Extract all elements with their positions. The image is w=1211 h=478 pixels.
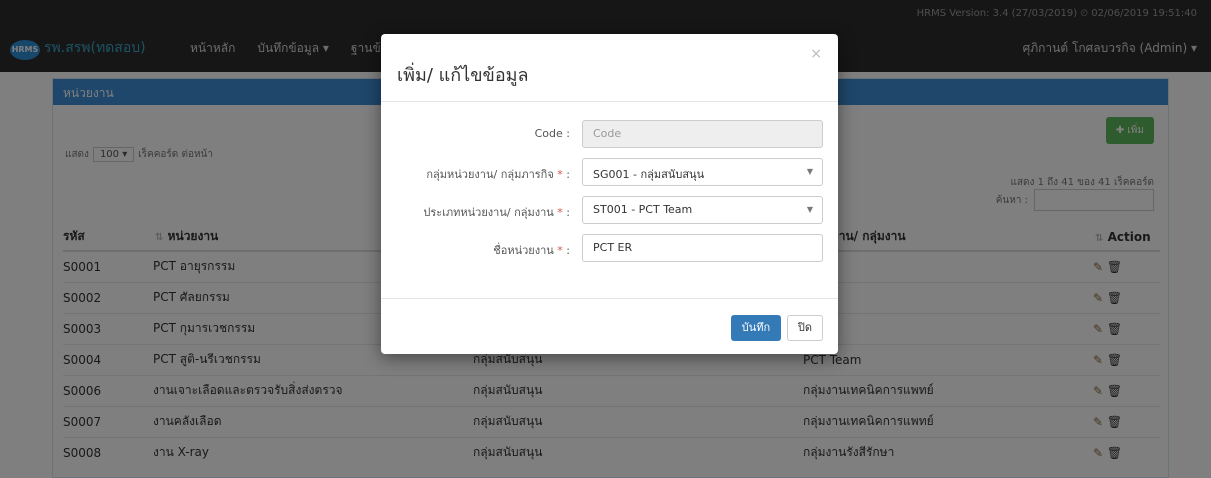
code-label: Code : xyxy=(534,127,570,140)
name-input[interactable]: PCT ER xyxy=(582,234,823,262)
type-label: ประเภทหน่วยงาน/ กลุ่มงาน * : xyxy=(423,206,570,219)
name-label: ชื่อหน่วยงาน * : xyxy=(493,244,570,257)
chevron-down-icon: ▼ xyxy=(806,205,813,214)
form-row-group: กลุ่มหน่วยงาน/ กลุ่มภารกิจ * : SG001 - ก… xyxy=(381,158,838,186)
chevron-down-icon: ▼ xyxy=(806,167,813,176)
form-row-code: Code : Code xyxy=(381,120,838,148)
save-button[interactable]: บันทึก xyxy=(731,315,781,341)
close-icon[interactable]: × xyxy=(810,46,822,62)
modal-body: Code : Code กลุ่มหน่วยงาน/ กลุ่มภารกิจ *… xyxy=(381,102,838,298)
edit-department-modal: เพิ่ม/ แก้ไขข้อมูล × Code : Code กลุ่มหน… xyxy=(381,34,838,354)
group-label: กลุ่มหน่วยงาน/ กลุ่มภารกิจ * : xyxy=(426,168,570,181)
modal-footer: บันทึก ปิด xyxy=(381,298,838,354)
modal-title: เพิ่ม/ แก้ไขข้อมูล xyxy=(397,65,529,86)
form-row-type: ประเภทหน่วยงาน/ กลุ่มงาน * : ST001 - PCT… xyxy=(381,196,838,224)
group-select[interactable]: SG001 - กลุ่มสนับสนุน ▼ xyxy=(582,158,823,186)
type-select[interactable]: ST001 - PCT Team ▼ xyxy=(582,196,823,224)
code-field: Code xyxy=(582,120,823,148)
close-button[interactable]: ปิด xyxy=(787,315,823,341)
modal-header: เพิ่ม/ แก้ไขข้อมูล × xyxy=(381,34,838,102)
form-row-name: ชื่อหน่วยงาน * : PCT ER xyxy=(381,234,838,262)
